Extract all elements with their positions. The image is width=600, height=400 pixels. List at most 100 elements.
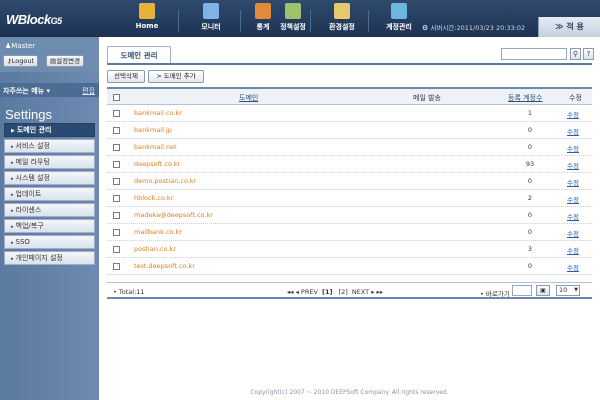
nav-account[interactable]: 계정관리	[370, 3, 428, 35]
column-domain[interactable]: 도메인	[239, 93, 258, 103]
edit-link[interactable]: 수정	[567, 194, 579, 204]
gear-icon: ⚙	[422, 24, 429, 32]
sidebar-item-system[interactable]: ▸ 시스템 설정	[4, 171, 95, 185]
rows-per-page-select[interactable]: 10 ▼	[556, 285, 580, 296]
sidebar-item-personal[interactable]: ▸ 개인페이지 설정	[4, 251, 95, 265]
add-domain-button[interactable]: > 도메인 추가	[148, 70, 204, 83]
nav-monitor[interactable]: 모니터	[182, 3, 240, 35]
arrow-icon: ▸	[11, 192, 14, 198]
domain-link[interactable]: test.deepsoft.co.kr	[134, 262, 195, 270]
copyright-text: Copyright(c) 2007 ~ 2010 DEEPSoft Compan…	[250, 389, 449, 396]
row-checkbox[interactable]	[113, 178, 120, 185]
select-all-checkbox[interactable]	[113, 94, 120, 101]
next-page-link[interactable]: NEXT ▸ ▸▸	[352, 288, 383, 296]
sidebar-item-license[interactable]: ▸ 라이센스	[4, 203, 95, 217]
arrow-icon: ▶	[11, 128, 15, 134]
policy-icon	[285, 3, 301, 19]
table-footer: • Total:11 ◂◂ ◂ PREV [1] [2] NEXT ▸ ▸▸ •…	[107, 282, 592, 299]
goto-page-input[interactable]	[512, 285, 532, 296]
home-icon	[139, 3, 155, 19]
domain-link[interactable]: demo.postian.co.kr	[134, 177, 196, 185]
nav-config[interactable]: 환경설정	[313, 3, 371, 35]
delete-selected-button[interactable]: 선택삭제	[107, 70, 145, 83]
row-checkbox[interactable]	[113, 144, 120, 151]
edit-link[interactable]: 수정	[567, 143, 579, 153]
edit-link[interactable]: 수정	[567, 262, 579, 272]
edit-link[interactable]: 수정	[567, 109, 579, 119]
total-count: • Total:11	[113, 288, 145, 296]
goto-label: • 바로가기	[480, 290, 510, 298]
table-row: madeka@deepsoft.co.kr 0 수정	[107, 207, 592, 224]
account-count: 1	[527, 109, 533, 117]
tab-underline	[107, 63, 592, 65]
nav-config-label: 환경설정	[329, 23, 355, 31]
row-checkbox[interactable]	[113, 246, 120, 253]
account-count: 0	[527, 262, 533, 270]
favorites-edit-link[interactable]: 편집	[82, 86, 95, 96]
search-input[interactable]	[501, 48, 567, 60]
account-count: 3	[527, 245, 533, 253]
domain-table: 도메인 메일 발송 등록 계정수 수정 bankmail.co.kr 1 수정 ba…	[107, 87, 592, 275]
edit-link[interactable]: 수정	[567, 228, 579, 238]
monitor-icon	[203, 3, 219, 19]
domain-link[interactable]: bankmail.net	[134, 143, 177, 151]
nav-policy-label: 정책설정	[280, 23, 306, 31]
tab-domain-management[interactable]: 도메인 관리	[107, 46, 171, 64]
sidebar-item-update[interactable]: ▸ 업데이트	[4, 187, 95, 201]
top-header: WBlockG5 Home 모니터 통계 정책설정 환경설정 계정관리 ⚙ 서버…	[0, 0, 600, 37]
column-outbound: 메일 발송	[413, 94, 441, 102]
prev-page-link[interactable]: ◂◂ ◂ PREV	[287, 288, 318, 296]
search-button[interactable]: ⚲	[570, 48, 581, 60]
favorites-menu[interactable]: 자주쓰는 메뉴 ▾	[3, 86, 50, 96]
column-accounts[interactable]: 등록 계정수	[508, 93, 542, 103]
table-header: 도메인 메일 발송 등록 계정수 수정	[107, 87, 592, 105]
apply-button[interactable]: ≫ 적 용	[538, 17, 600, 37]
sidebar-item-service[interactable]: ▸ 서비스 설정	[4, 139, 95, 153]
domain-link[interactable]: bankmail.co.kr	[134, 109, 182, 117]
edit-link[interactable]: 수정	[567, 245, 579, 255]
arrow-icon: ▸	[11, 144, 14, 150]
arrow-icon: ▸	[11, 176, 14, 182]
row-checkbox[interactable]	[113, 110, 120, 117]
server-time: ⚙ 서버시간:2011/03/23 20:33:02	[422, 24, 526, 32]
nav-divider	[178, 10, 179, 32]
pagination: ◂◂ ◂ PREV [1] [2] NEXT ▸ ▸▸	[287, 288, 383, 296]
domain-link[interactable]: mailbank.co.kr	[134, 228, 182, 236]
nav-home-label: Home	[135, 22, 159, 30]
row-checkbox[interactable]	[113, 161, 120, 168]
sidebar-item-backup[interactable]: ▸ 백업/복구	[4, 219, 95, 233]
sidebar-item-domain[interactable]: ▶ 도메인 관리	[4, 123, 95, 137]
table-row: postian.co.kr 3 수정	[107, 241, 592, 258]
nav-home[interactable]: Home	[118, 3, 176, 35]
row-checkbox[interactable]	[113, 263, 120, 270]
domain-link[interactable]: bankmail.jp	[134, 126, 172, 134]
row-checkbox[interactable]	[113, 212, 120, 219]
row-checkbox[interactable]	[113, 127, 120, 134]
goto-button[interactable]: ▣	[536, 285, 550, 296]
edit-link[interactable]: 수정	[567, 211, 579, 221]
help-icon: ?	[586, 50, 591, 58]
domain-link[interactable]: postian.co.kr	[134, 245, 176, 253]
row-checkbox[interactable]	[113, 229, 120, 236]
edit-link[interactable]: 수정	[567, 126, 579, 136]
chevron-down-icon: ▼	[574, 287, 578, 293]
sidebar-item-routing[interactable]: ▸ 메일 라우팅	[4, 155, 95, 169]
app-logo[interactable]: WBlockG5	[6, 12, 62, 27]
page-2-link[interactable]: [2]	[339, 288, 348, 296]
row-checkbox[interactable]	[113, 195, 120, 202]
user-box: ♟Master ⚷Logout ▤설정변경	[0, 37, 99, 72]
account-count: 0	[527, 228, 533, 236]
sidebar-item-sso[interactable]: ▸ SSO	[4, 235, 95, 249]
go-icon: ▣	[540, 287, 546, 294]
domain-link[interactable]: hblock.co.kr	[134, 194, 173, 202]
help-button[interactable]: ?	[583, 48, 594, 60]
table-row: mailbank.co.kr 0 수정	[107, 224, 592, 241]
domain-link[interactable]: madeka@deepsoft.co.kr	[134, 211, 213, 219]
edit-link[interactable]: 수정	[567, 160, 579, 170]
domain-link[interactable]: deepsoft.co.kr	[134, 160, 180, 168]
arrow-icon: ▸	[11, 256, 14, 262]
logout-button[interactable]: ⚷Logout	[3, 55, 39, 67]
settings-change-button[interactable]: ▤설정변경	[46, 55, 85, 67]
edit-link[interactable]: 수정	[567, 177, 579, 187]
page-1-link[interactable]: [1]	[322, 288, 332, 296]
